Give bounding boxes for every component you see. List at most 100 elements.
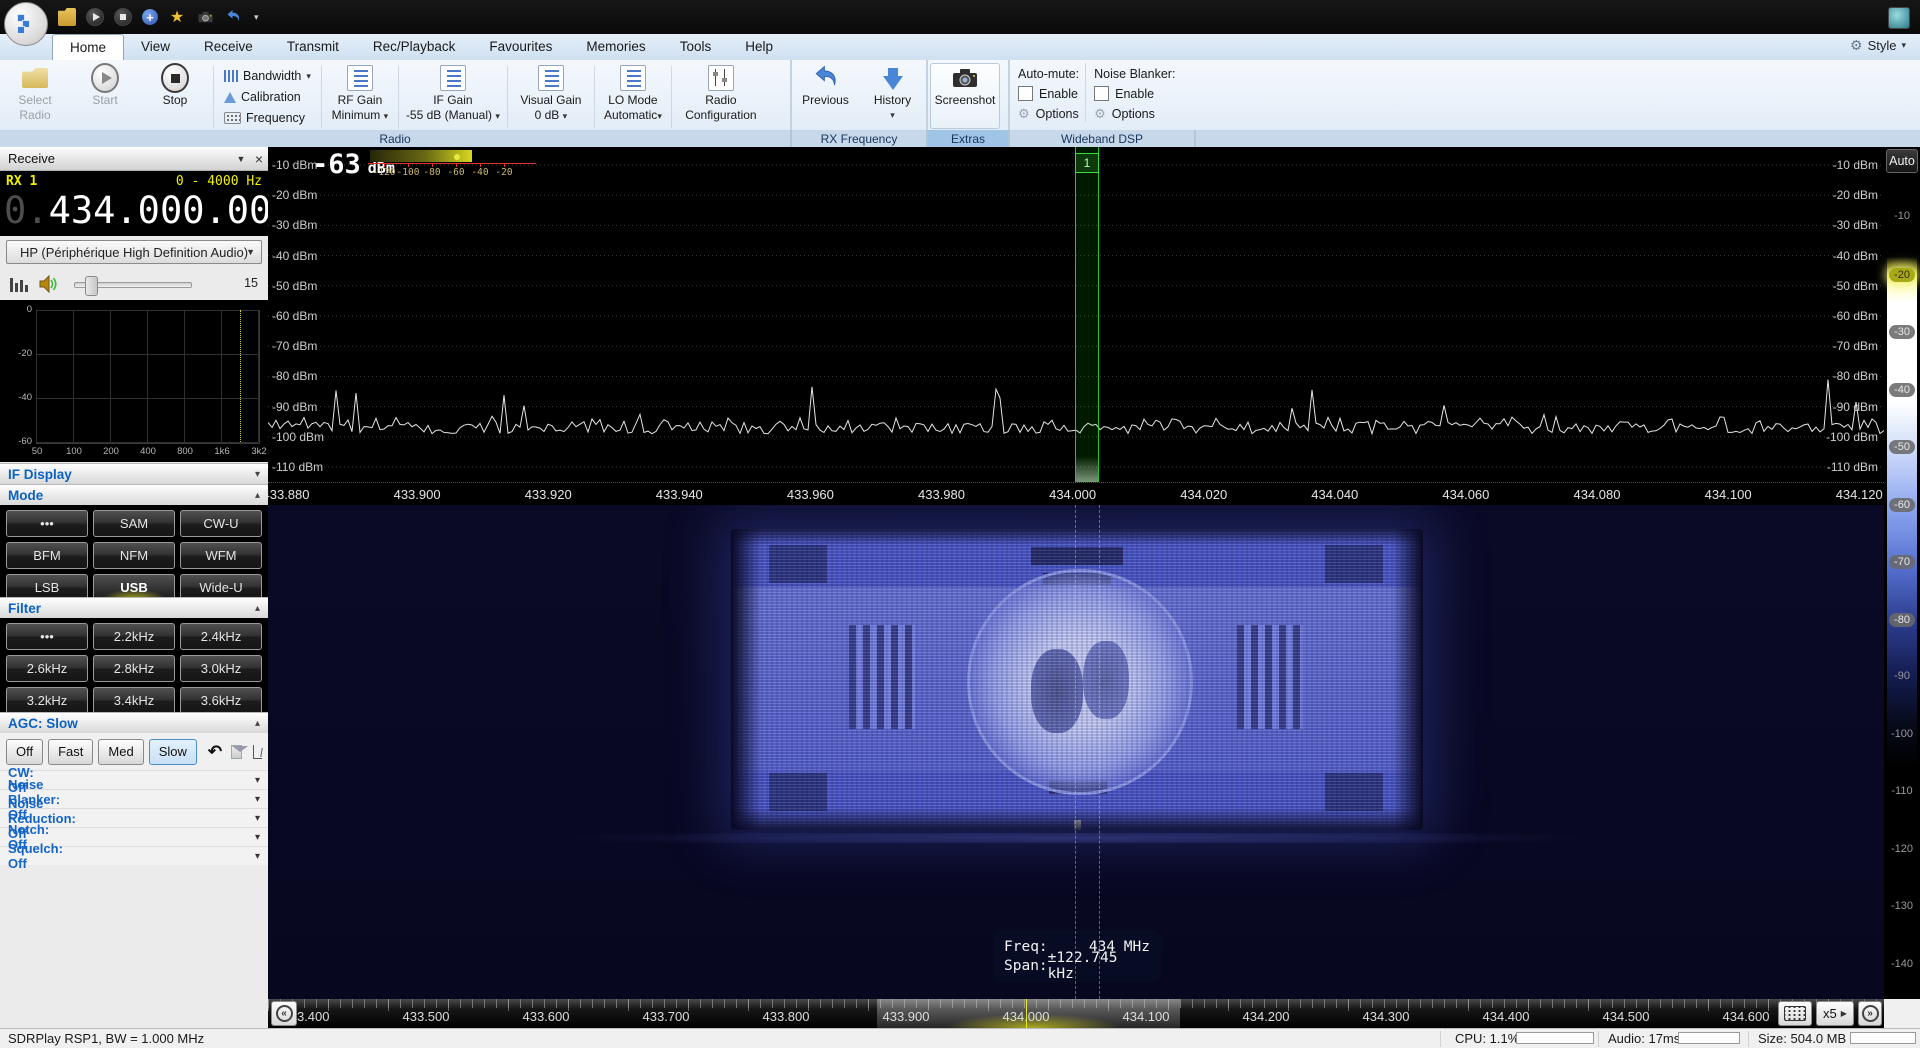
lo-mode-button[interactable]: LO Mode Automatic▾ xyxy=(600,63,666,129)
stop-icon[interactable] xyxy=(114,8,132,26)
mode-button-cw-u[interactable]: CW-U xyxy=(180,510,262,537)
scroll-left-button[interactable]: « xyxy=(271,1001,297,1026)
agc-button-med[interactable]: Med xyxy=(98,739,143,765)
bandwidth-button[interactable]: Bandwidth ▾ xyxy=(221,67,314,85)
rf-gain-button[interactable]: RF Gain Minimum ▾ xyxy=(327,63,393,129)
tuned-frequency[interactable]: 0.434.000.000 xyxy=(4,189,294,232)
screenshot-icon[interactable] xyxy=(196,8,214,26)
frequency-axis[interactable]: 433.880433.900433.920433.940433.960433.9… xyxy=(268,482,1884,506)
waterfall-display[interactable]: Freq:434 MHz Span:±122.745 kHz xyxy=(268,505,1884,999)
volume-slider[interactable] xyxy=(74,282,192,288)
agc-button-fast[interactable]: Fast xyxy=(48,739,93,765)
spectrum-display[interactable]: -63dBm -120-100-80-60-40-20 -10 dBm-20 d… xyxy=(268,147,1884,505)
volume-slider-thumb[interactable] xyxy=(85,276,98,296)
audio-plot-area xyxy=(36,310,260,444)
screenshot-button[interactable]: Screenshot xyxy=(930,63,1000,129)
frequency-button[interactable]: Frequency xyxy=(221,109,314,127)
rx-channel-marker[interactable]: 1 xyxy=(1075,153,1099,173)
signal-meter-marker xyxy=(454,154,460,160)
db-label: -50 dBm xyxy=(1833,279,1878,293)
tab-tools[interactable]: Tools xyxy=(663,34,729,60)
favourites-icon[interactable]: ★ xyxy=(168,8,186,26)
audio-latency-label: Audio: 17ms xyxy=(1608,1031,1680,1046)
agc-button-slow[interactable]: Slow xyxy=(149,739,197,765)
band-navigation-scale[interactable]: 433.400433.500433.600433.700433.800433.9… xyxy=(268,999,1884,1028)
filter-button-3-2khz[interactable]: 3.2kHz xyxy=(6,687,88,714)
filter-button-2-4khz[interactable]: 2.4kHz xyxy=(180,623,262,650)
filter-button-2-2khz[interactable]: 2.2kHz xyxy=(93,623,175,650)
add-receiver-icon[interactable]: + xyxy=(142,9,158,25)
visual-gain-button[interactable]: Visual Gain 0 dB ▾ xyxy=(513,63,589,129)
scroll-right-button[interactable]: » xyxy=(1858,1001,1882,1026)
agc-button-off[interactable]: Off xyxy=(6,739,43,765)
filter-button-2-8khz[interactable]: 2.8kHz xyxy=(93,655,175,682)
db-label: -110 dBm xyxy=(272,460,323,474)
waterfall-color-scale[interactable]: Auto -10-20-30-40-50-60-70-80-90-100-110… xyxy=(1884,147,1920,999)
previous-button[interactable]: Previous xyxy=(794,63,857,129)
auto-scale-button[interactable]: Auto xyxy=(1886,149,1918,173)
checkbox-icon[interactable] xyxy=(1094,86,1109,101)
undo-icon[interactable]: ↶ xyxy=(208,742,222,762)
keyboard-icon xyxy=(224,112,241,124)
keyboard-entry-button[interactable] xyxy=(1778,1001,1812,1026)
filter-button-3-4khz[interactable]: 3.4kHz xyxy=(93,687,175,714)
rx-channel-band[interactable] xyxy=(1075,147,1099,482)
panel-dropdown-icon[interactable]: ▼ xyxy=(232,154,250,164)
tab-view[interactable]: View xyxy=(124,34,187,60)
start-button[interactable]: Start xyxy=(72,63,138,129)
if-gain-button[interactable]: IF Gain -55 dB (Manual) ▾ xyxy=(404,63,502,129)
db-label: -30 dBm xyxy=(1833,218,1878,232)
start-icon[interactable] xyxy=(86,8,104,26)
checkbox-icon[interactable] xyxy=(1018,86,1033,101)
mode-button-bfm[interactable]: BFM xyxy=(6,542,88,569)
panel-close-icon[interactable]: × xyxy=(250,151,268,167)
tab-favourites[interactable]: Favourites xyxy=(472,34,569,60)
noise-blanker-options[interactable]: ⚙ Options xyxy=(1094,105,1175,122)
equalizer-icon[interactable] xyxy=(10,276,28,292)
tab-home[interactable]: Home xyxy=(52,34,124,60)
mode-button-sam[interactable]: SAM xyxy=(93,510,175,537)
history-button[interactable]: History ▾ xyxy=(861,63,924,129)
select-radio-button[interactable]: Select Radio xyxy=(2,63,68,129)
dsp-item-squelch[interactable]: Squelch: Off▾ xyxy=(0,846,268,865)
db-label: -110 dBm xyxy=(1827,460,1878,474)
section-header-agc[interactable]: AGC: Slow ▴ xyxy=(0,712,268,733)
style-control[interactable]: ⚙ Style ▾ xyxy=(1850,37,1906,54)
tab-help[interactable]: Help xyxy=(728,34,790,60)
filter-button-3-6khz[interactable]: 3.6kHz xyxy=(180,687,262,714)
mode-button--[interactable]: ••• xyxy=(6,510,88,537)
calibration-button[interactable]: Calibration xyxy=(221,88,314,106)
zoom-button[interactable]: x5 ▶ xyxy=(1816,1001,1854,1026)
filter-button--[interactable]: ••• xyxy=(6,623,88,650)
section-header-if-display[interactable]: IF Display ▾ xyxy=(0,463,268,484)
auto-mute-options[interactable]: ⚙ Options xyxy=(1018,105,1079,122)
auto-mute-enable[interactable]: Enable xyxy=(1018,85,1079,102)
tab-rec-playback[interactable]: Rec/Playback xyxy=(356,34,473,60)
stop-button[interactable]: Stop xyxy=(142,63,208,129)
freq-axis-label: 433.900 xyxy=(394,487,441,502)
mode-button-nfm[interactable]: NFM xyxy=(93,542,175,569)
db-label: -40 dBm xyxy=(1833,249,1878,263)
section-header-mode[interactable]: Mode ▴ xyxy=(0,484,268,505)
section-header-filter[interactable]: Filter ▴ xyxy=(0,597,268,618)
radio-configuration-button[interactable]: Radio Configuration xyxy=(677,63,765,129)
noise-blanker-enable[interactable]: Enable xyxy=(1094,85,1175,102)
speaker-icon[interactable] xyxy=(38,274,60,299)
send-icon[interactable] xyxy=(231,745,242,759)
mode-button-wfm[interactable]: WFM xyxy=(180,542,262,569)
filter-button-2-6khz[interactable]: 2.6kHz xyxy=(6,655,88,682)
color-scale-label: -40 xyxy=(1884,383,1920,397)
volume-value: 15 xyxy=(244,276,258,290)
tab-transmit[interactable]: Transmit xyxy=(270,34,356,60)
application-menu-button[interactable] xyxy=(4,2,48,46)
undo-icon[interactable] xyxy=(224,8,242,26)
graph-icon[interactable] xyxy=(253,745,262,759)
color-gradient-strip[interactable] xyxy=(1887,177,1917,993)
qat-customize-icon[interactable]: ▾ xyxy=(254,12,259,23)
tab-receive[interactable]: Receive xyxy=(187,34,270,60)
tab-memories[interactable]: Memories xyxy=(569,34,662,60)
list-icon xyxy=(537,64,565,92)
filter-button-3-0khz[interactable]: 3.0kHz xyxy=(180,655,262,682)
open-file-icon[interactable] xyxy=(58,8,76,26)
audio-device-dropdown[interactable]: HP (Périphérique High Definition Audio) … xyxy=(6,240,262,264)
